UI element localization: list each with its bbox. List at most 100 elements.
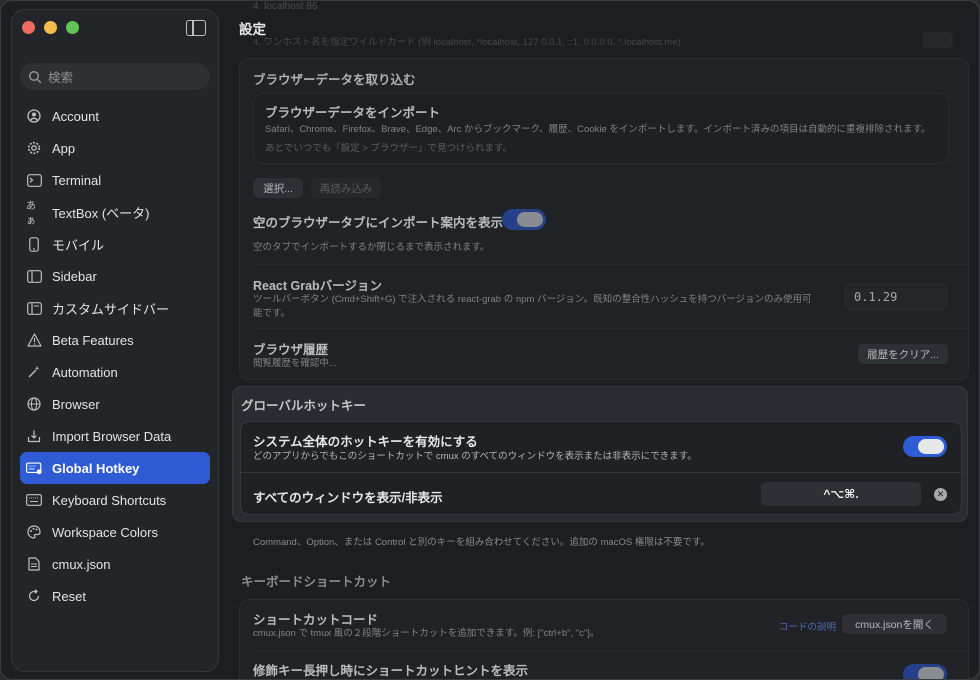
import-tray-icon	[26, 428, 42, 444]
sidebar-item-account[interactable]: Account	[20, 100, 210, 132]
reset-icon	[26, 588, 42, 604]
divider	[241, 472, 961, 473]
sidebar-item-label: Reset	[52, 588, 86, 604]
settings-window: 検索 Account App Terminal あぁ TextBox (ベータ)…	[0, 0, 980, 680]
browser-import-desc2: あとでいつでも「設定 > ブラウザー」で見つけられます。	[265, 143, 513, 154]
shortcut-code-title: ショートカットコード	[253, 613, 379, 627]
section-title-keyboard-shortcuts: キーボードショートカット	[241, 575, 392, 589]
close-window-button[interactable]	[22, 21, 35, 34]
sidebar-nav: Account App Terminal あぁ TextBox (ベータ) モバ…	[20, 100, 210, 612]
section-title-global-hotkey: グローバルホットキー	[241, 399, 366, 413]
modifier-hint-title: 修飾キー長押し時にショートカットヒントを表示	[253, 664, 529, 678]
terminal-icon	[26, 172, 42, 188]
wand-icon	[26, 364, 42, 380]
toggle-knob	[918, 439, 944, 454]
hotkey-recorder-field[interactable]: ^⌥⌘.	[761, 482, 921, 506]
sidebar-toggle-icon[interactable]	[186, 20, 206, 36]
toggle-knob	[918, 667, 944, 679]
sidebar-item-keyboard-shortcuts[interactable]: Keyboard Shortcuts	[20, 484, 210, 516]
sidebar-item-app[interactable]: App	[20, 132, 210, 164]
empty-tab-hint-desc: 空のタブでインポートするか閉じるまで表示されます。	[253, 242, 490, 253]
sidebar-item-label: Beta Features	[52, 332, 134, 348]
browser-import-box: ブラウザーデータをインポート Safari、Chrome、Firefox、Bra…	[253, 93, 949, 164]
globe-icon	[26, 396, 42, 412]
warning-triangle-icon	[26, 332, 42, 348]
sidebar-item-label: Sidebar	[52, 268, 97, 284]
minimize-window-button[interactable]	[44, 21, 57, 34]
sidebar-item-browser[interactable]: Browser	[20, 388, 210, 420]
sidebar-item-label: Import Browser Data	[52, 428, 172, 444]
sidebar-item-label: cmux.json	[52, 556, 111, 572]
history-desc: 閲覧履歴を確認中...	[253, 358, 337, 369]
enable-hotkey-title: システム全体のホットキーを有効にする	[253, 435, 478, 449]
sidebar-item-terminal[interactable]: Terminal	[20, 164, 210, 196]
person-circle-icon	[26, 108, 42, 124]
settings-content: 4. localhost 86 4. ワンホスト名を指定ワイルドカード (例 l…	[223, 1, 979, 679]
empty-tab-hint-toggle[interactable]	[502, 209, 546, 230]
sidebar-item-label: モバイル	[52, 237, 105, 253]
divider	[253, 328, 968, 329]
sidebar-item-workspace-colors[interactable]: Workspace Colors	[20, 516, 210, 548]
sidebar-item-import-browser-data[interactable]: Import Browser Data	[20, 420, 210, 452]
sidebar-icon	[26, 268, 42, 284]
sidebar-item-label: Workspace Colors	[52, 524, 158, 540]
sidebar-item-label: Account	[52, 108, 99, 124]
clear-hotkey-icon[interactable]: ✕	[934, 488, 947, 501]
search-placeholder: 検索	[48, 71, 74, 85]
browser-import-desc: Safari、Chrome、Firefox、Brave、Edge、Arc からブ…	[265, 124, 931, 135]
gear-icon	[26, 140, 42, 156]
search-input[interactable]: 検索	[20, 63, 210, 90]
enable-hotkey-toggle[interactable]	[903, 436, 947, 457]
sidebar-item-label: Automation	[52, 364, 118, 380]
shortcut-code-desc: cmux.json で tmux 風の２段階ショートカットを追加できます。例: …	[253, 628, 600, 639]
sidebar-item-automation[interactable]: Automation	[20, 356, 210, 388]
sidebar-item-sidebar[interactable]: Sidebar	[20, 260, 210, 292]
text-aa-icon: あぁ	[26, 201, 36, 227]
react-grab-title: React Grabバージョン	[253, 279, 382, 293]
sidebar-item-textbox[interactable]: あぁ TextBox (ベータ)	[20, 196, 210, 228]
sidebar-item-mobile[interactable]: モバイル	[20, 228, 210, 260]
sidebar-item-label: カスタムサイドバー	[52, 301, 170, 317]
palette-icon	[26, 524, 42, 540]
sidebar-item-label: App	[52, 140, 76, 156]
hotkey-note: Command、Option、または Control と別のキーを組み合わせてく…	[253, 537, 710, 548]
page-title: 設定	[239, 22, 266, 37]
sidebar-item-label: Terminal	[52, 172, 102, 188]
sidebar-item-custom-sidebar[interactable]: カスタムサイドバー	[20, 292, 210, 324]
sidebar-item-label: Keyboard Shortcuts	[52, 492, 167, 508]
zoom-window-button[interactable]	[66, 21, 79, 34]
sidebar: 検索 Account App Terminal あぁ TextBox (ベータ)…	[11, 9, 219, 672]
react-grab-version-field[interactable]: 0.1.29	[845, 284, 947, 310]
scrolled-text: 4. localhost 86	[253, 1, 318, 12]
divider	[253, 264, 968, 265]
keyboard-badge-icon	[26, 460, 42, 476]
sidebar-item-beta-features[interactable]: Beta Features	[20, 324, 210, 356]
sidebar-item-global-hotkey[interactable]: Global Hotkey	[20, 452, 210, 484]
sidebar-item-reset[interactable]: Reset	[20, 580, 210, 612]
modifier-hint-toggle[interactable]	[903, 664, 947, 679]
global-hotkey-card: システム全体のホットキーを有効にする どのアプリからでもこのショートカットで c…	[240, 421, 962, 515]
empty-tab-hint-title: 空のブラウザータブにインポート案内を表示	[253, 216, 504, 230]
sidebar-item-cmux-json[interactable]: cmux.json	[20, 548, 210, 580]
divider	[253, 651, 968, 652]
keyboard-icon	[26, 492, 42, 508]
react-grab-desc: ツールバーボタン (Cmd+Shift+G) で注入される react-grab…	[253, 294, 812, 319]
global-hotkey-panel: グローバルホットキー システム全体のホットキーを有効にする どのアプリからでもこ…	[232, 386, 968, 522]
code-docs-link[interactable]: コードの説明	[779, 619, 836, 633]
document-icon	[26, 556, 42, 572]
show-hide-title: すべてのウィンドウを表示/非表示	[253, 491, 443, 505]
section-title-browser-import: ブラウザーデータを取り込む	[253, 73, 416, 87]
sidebar-item-label: TextBox (ベータ)	[52, 205, 150, 221]
history-title: ブラウザ履歴	[253, 343, 329, 357]
sidebar-item-label: Global Hotkey	[52, 460, 140, 476]
reload-button[interactable]: 再読み込み	[311, 178, 381, 198]
sidebar-custom-icon	[26, 300, 42, 316]
browser-import-title: ブラウザーデータをインポート	[265, 106, 441, 120]
select-button[interactable]: 選択...	[253, 178, 303, 198]
keyboard-shortcuts-card: ショートカットコード cmux.json で tmux 風の２段階ショートカット…	[239, 599, 969, 679]
open-cmux-json-button[interactable]: cmux.jsonを開く	[842, 614, 947, 634]
toggle-knob	[517, 212, 543, 227]
clear-history-button[interactable]: 履歴をクリア...	[858, 344, 948, 364]
window-controls	[22, 21, 79, 34]
browser-settings-card: ブラウザーデータを取り込む ブラウザーデータをインポート Safari、Chro…	[239, 58, 969, 380]
